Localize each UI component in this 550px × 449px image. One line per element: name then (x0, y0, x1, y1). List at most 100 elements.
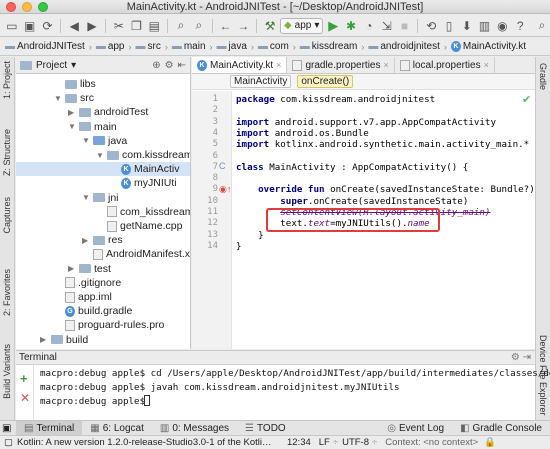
tool-tab-favorites[interactable]: 2: Favorites (2, 269, 12, 316)
class-gutter-marker-icon[interactable]: C (219, 161, 226, 171)
terminal-settings-icon[interactable]: ⚙ ⇥ (511, 352, 531, 363)
bottom-tab[interactable]: ▤ Terminal (16, 420, 83, 436)
tree-node[interactable]: ▶ test (68, 262, 111, 276)
crumb-class[interactable]: MainActivity (230, 75, 292, 88)
chevron-down-icon[interactable]: ▾ (71, 60, 76, 71)
breadcrumb-item[interactable]: ▬ AndroidJNITest (3, 41, 87, 52)
tree-node[interactable]: app.iml (54, 290, 112, 304)
caret-position[interactable]: 12:34 (287, 437, 311, 448)
close-tab-icon[interactable]: × (383, 60, 388, 70)
paste-icon[interactable]: ▤ (146, 17, 162, 34)
tool-tab-gradle[interactable]: Gradle (538, 63, 548, 90)
device-monitor-icon[interactable]: ◉ (494, 17, 510, 34)
code-line[interactable]: } (236, 241, 242, 252)
breadcrumb-item[interactable]: ▬ app (94, 41, 127, 52)
run-icon[interactable]: ▶ (325, 17, 341, 34)
expand-arrow-icon[interactable]: ▶ (68, 108, 76, 117)
tree-node[interactable]: AndroidManifest.x (82, 247, 190, 261)
cut-icon[interactable]: ✂ (111, 17, 127, 34)
bottom-tab[interactable]: ◎ Event Log (379, 421, 452, 436)
gradle-sync-icon[interactable]: ⟲ (423, 17, 439, 34)
close-tab-icon[interactable]: × (276, 60, 281, 70)
breadcrumb-item[interactable]: ▬ java (215, 41, 249, 52)
tool-tab-project[interactable]: 1: Project (2, 61, 12, 99)
tree-node[interactable]: ▼ com.kissdream (96, 148, 190, 162)
forward-icon[interactable]: ▶ (84, 17, 100, 34)
breadcrumb-item[interactable]: ▬ kissdream (298, 41, 360, 52)
expand-arrow-icon[interactable]: ▼ (68, 122, 76, 131)
tree-node[interactable]: ▼ main (68, 120, 117, 134)
expand-arrow-icon[interactable]: ▼ (96, 151, 104, 160)
search-everywhere-icon[interactable]: ⌕ (534, 17, 550, 34)
file-encoding[interactable]: UTF-8 (342, 437, 369, 448)
tool-tab-build-variants[interactable]: Build Variants (2, 344, 12, 399)
settings-gear-icon[interactable]: ⚙ (165, 60, 174, 71)
bottom-tab[interactable]: ▦ 6: Logcat (82, 421, 152, 436)
expand-arrow-icon[interactable]: ▼ (82, 136, 90, 145)
code-line[interactable]: import kotlinx.android.synthetic.main.ac… (236, 139, 529, 150)
breadcrumb-item[interactable]: ▬ src (134, 41, 163, 52)
nav-forward-icon[interactable]: → (235, 17, 251, 34)
save-icon[interactable]: ▣ (22, 17, 38, 34)
tree-node[interactable]: Gbuild.gradle (54, 304, 132, 318)
tree-node[interactable]: libs (54, 77, 96, 91)
avd-manager-icon[interactable]: ▯ (441, 17, 457, 34)
profile-icon[interactable]: ◔ (361, 17, 377, 34)
code-line[interactable]: import android.os.Bundle (236, 128, 369, 139)
editor-tab[interactable]: K MainActivity.kt × (192, 57, 288, 73)
tree-node[interactable]: proguard-rules.pro (54, 318, 164, 332)
status-toggle-icon[interactable]: ▢ (4, 437, 13, 448)
hide-panel-icon[interactable]: ⇤ (178, 60, 186, 71)
breadcrumb-item[interactable]: ▬ androidjnitest (366, 41, 441, 52)
editor-tab[interactable]: local.properties × (395, 57, 495, 73)
tree-node[interactable]: ▶ build (40, 333, 88, 347)
find-icon[interactable]: ⌕ (173, 17, 189, 34)
code-line[interactable]: class MainActivity : AppCompatActivity()… (236, 162, 468, 173)
attach-debugger-icon[interactable]: ⇲ (379, 17, 395, 34)
expand-arrow-icon[interactable]: ▶ (68, 264, 76, 273)
code-line[interactable]: } (236, 230, 264, 241)
bottom-tab[interactable]: ◧ Gradle Console (452, 421, 550, 436)
help-icon[interactable]: ? (512, 17, 528, 34)
stop-icon[interactable]: ■ (397, 17, 413, 34)
bottom-tab[interactable]: ☰ TODO (237, 421, 294, 436)
replace-icon[interactable]: ⌕ (191, 17, 207, 34)
tree-node[interactable]: ▼ java (82, 134, 127, 148)
sync-icon[interactable]: ⟳ (40, 17, 56, 34)
close-tab-icon[interactable]: × (484, 60, 489, 70)
tool-tab-structure[interactable]: Z: Structure (2, 129, 12, 176)
tree-node[interactable]: .gitignore (54, 276, 121, 290)
tree-node[interactable]: KmyJNIUti (110, 176, 177, 190)
new-session-icon[interactable]: + (20, 371, 28, 386)
lock-icon[interactable]: 🔒 (484, 437, 496, 448)
code-line[interactable]: super.onCreate(savedInstanceState) (236, 196, 468, 207)
tree-node[interactable]: ▶gradle (40, 347, 95, 349)
sync-scroll-icon[interactable]: ⊕ (152, 60, 160, 71)
code-line[interactable]: package com.kissdream.androidjnitest (236, 94, 435, 105)
debug-icon[interactable]: ✱ (343, 17, 359, 34)
editor-tab[interactable]: gradle.properties × (287, 57, 395, 73)
breadcrumb-item[interactable]: ▬ com (256, 41, 291, 52)
breadcrumb-item[interactable]: ▬ main (170, 41, 208, 52)
expand-arrow-icon[interactable]: ▶ (82, 236, 90, 245)
code-line[interactable]: override fun onCreate(savedInstanceState… (236, 184, 535, 195)
tree-node[interactable]: ▼ src (54, 91, 94, 105)
status-message[interactable]: Kotlin: A new version 1.2.0-release-Stud… (17, 437, 273, 448)
nav-back-icon[interactable]: ← (218, 17, 234, 34)
expand-arrow-icon[interactable]: ▼ (82, 193, 90, 202)
override-gutter-marker-icon[interactable]: ◉↑ (219, 184, 231, 195)
tree-node[interactable]: getName.cpp (96, 219, 182, 233)
tool-tab-captures[interactable]: Captures (2, 197, 12, 234)
close-session-icon[interactable]: ✕ (20, 391, 30, 405)
line-separator[interactable]: LF (319, 437, 330, 448)
tree-node[interactable]: ▶ androidTest (68, 105, 148, 119)
crumb-method[interactable]: onCreate() (297, 75, 354, 88)
tree-node[interactable]: ▼ jni (82, 191, 119, 205)
breadcrumb-item[interactable]: K MainActivity.kt (449, 41, 528, 52)
sdk-manager-icon[interactable]: ⬇ (459, 17, 475, 34)
expand-arrow-icon[interactable]: ▼ (54, 94, 62, 103)
bottom-tab[interactable]: ▥ 0: Messages (152, 421, 237, 436)
expand-arrow-icon[interactable]: ▶ (40, 335, 48, 344)
copy-icon[interactable]: ❐ (129, 17, 145, 34)
project-structure-icon[interactable]: ▥ (477, 17, 493, 34)
